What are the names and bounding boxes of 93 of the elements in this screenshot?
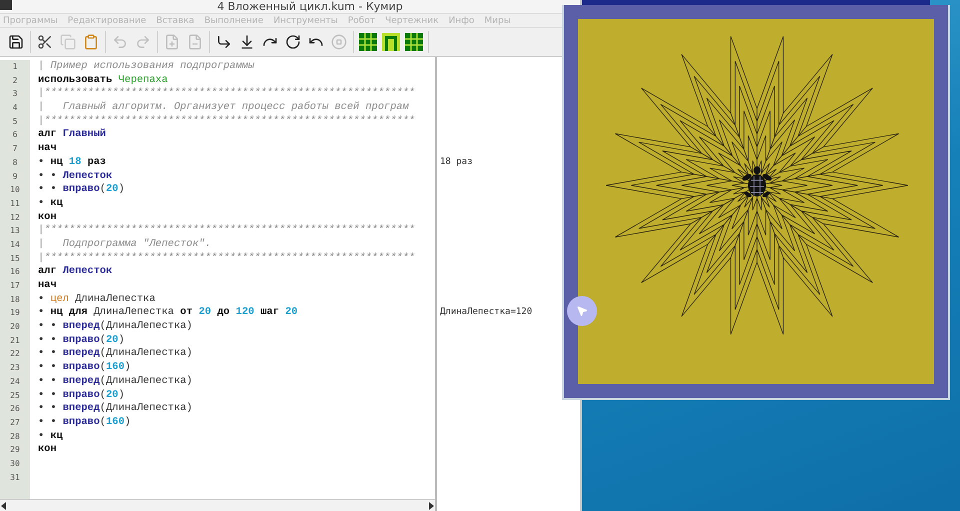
- code-line: кон: [38, 443, 57, 457]
- code-line: • нц для ДлинаЛепестка от 20 до 120 шаг 20: [38, 306, 298, 320]
- code-line: • • вперед(ДлинаЛепестка): [38, 320, 192, 334]
- line-number: 23: [9, 362, 21, 374]
- line-number: 17: [9, 280, 21, 292]
- pointer-icon: [576, 305, 588, 317]
- code-line: • • вправо(20): [38, 388, 125, 402]
- line-number: 15: [9, 252, 21, 265]
- line-number: 20: [9, 321, 21, 334]
- paste-icon: [83, 34, 99, 50]
- code-line: • цел ДлинаЛепестка: [38, 292, 156, 306]
- menu-item[interactable]: Редактирование: [68, 16, 146, 26]
- output-value: 18 раз: [440, 156, 473, 169]
- line-number: 13: [9, 225, 21, 238]
- line-number: 2: [12, 74, 18, 87]
- code-line: алг Главный: [38, 128, 106, 142]
- line-number: 27: [9, 416, 21, 429]
- horizontal-scrollbar[interactable]: [0, 499, 435, 511]
- code-line: |************************************************************: [38, 224, 415, 238]
- menu-item[interactable]: Инфо: [448, 16, 474, 26]
- line-number: 14: [9, 238, 21, 251]
- document-plus-icon: [164, 34, 180, 50]
- line-number: 7: [12, 143, 18, 156]
- copy-icon: [60, 34, 76, 50]
- code-line: использовать Черепаха: [38, 74, 168, 88]
- menu-item[interactable]: Выполнение: [204, 16, 264, 26]
- scroll-right-icon[interactable]: [427, 502, 435, 510]
- code-line: • кц: [38, 430, 63, 444]
- step-icon: [239, 34, 255, 50]
- code-line: |************************************************************: [38, 252, 415, 266]
- line-number: 24: [9, 376, 21, 388]
- line-number: 28: [9, 430, 21, 443]
- line-number: 3: [12, 88, 18, 100]
- line-number: 11: [9, 198, 21, 210]
- menu-item[interactable]: Миры: [484, 16, 511, 26]
- code-line: • кц: [38, 196, 63, 211]
- line-number: 21: [9, 334, 21, 347]
- window-title: 4 Вложенный цикл.kum - Кумир: [217, 0, 403, 13]
- code-line: • • вправо(20): [38, 334, 125, 348]
- line-number: 25: [9, 390, 21, 402]
- turtle-icon: [742, 166, 772, 198]
- redo-icon: [135, 34, 151, 50]
- code-line: | Пример использования подпрограммы: [38, 60, 254, 74]
- line-number: 4: [12, 102, 18, 114]
- code-line: • • вправо(160): [38, 361, 131, 375]
- grid-icon: [405, 33, 423, 51]
- line-number: 6: [12, 129, 18, 142]
- code-line: • • вперед(ДлинаЛепестка): [38, 374, 192, 388]
- save-icon: [8, 34, 24, 50]
- cut-icon: [37, 34, 53, 50]
- code-line: | Подпрограмма "Лепесток".: [38, 238, 212, 252]
- undo-icon: [112, 34, 128, 50]
- app-icon: [0, 0, 12, 10]
- output-value: ДлинаЛепестка=120: [440, 306, 532, 320]
- line-number: 22: [9, 348, 21, 360]
- menu-item[interactable]: Вставка: [156, 16, 194, 26]
- line-number: 19: [9, 307, 21, 320]
- line-number: 10: [9, 184, 21, 196]
- code-line: • • вправо(20): [38, 183, 125, 197]
- line-number: 16: [9, 266, 21, 278]
- document-minus-icon: [187, 34, 203, 50]
- grid-icon: [359, 33, 377, 51]
- code-line: нач: [38, 279, 57, 293]
- code-line: | Главный алгоритм. Организует процесс работы всей програм: [38, 101, 409, 115]
- line-number: 9: [12, 170, 18, 182]
- line-number: 1: [12, 61, 18, 73]
- stop-icon: [331, 34, 347, 50]
- line-number: 29: [9, 444, 21, 456]
- frame-icon: [382, 33, 400, 51]
- code-line: алг Лепесток: [38, 265, 112, 279]
- menu-item[interactable]: Чертежник: [385, 16, 439, 26]
- code-line: • • Лепесток: [38, 170, 112, 184]
- code-line: кон: [38, 210, 57, 224]
- line-number: 12: [9, 212, 21, 224]
- line-number: 26: [9, 403, 21, 416]
- menu-item[interactable]: Программы: [3, 16, 58, 26]
- scroll-left-icon[interactable]: [0, 502, 8, 510]
- code-line: |************************************************************: [38, 114, 415, 128]
- code-line: • • вперед(ДлинаЛепестка): [38, 347, 192, 362]
- line-number: 18: [9, 294, 21, 306]
- code-line: |************************************************************: [38, 87, 415, 102]
- code-line: • • вправо(160): [38, 416, 131, 430]
- menu-item[interactable]: Робот: [348, 16, 376, 26]
- code-line: • • вперед(ДлинаЛепестка): [38, 402, 192, 416]
- step-in-icon: [285, 34, 301, 50]
- line-number: 5: [12, 116, 18, 128]
- code-line: • нц 18 раз: [38, 156, 106, 170]
- menu-item[interactable]: Инструменты: [273, 16, 338, 26]
- code-line: нач: [38, 142, 57, 156]
- run-icon: [216, 34, 232, 50]
- line-number: 31: [9, 472, 21, 484]
- line-number: 8: [12, 156, 18, 169]
- line-number: 30: [9, 458, 21, 470]
